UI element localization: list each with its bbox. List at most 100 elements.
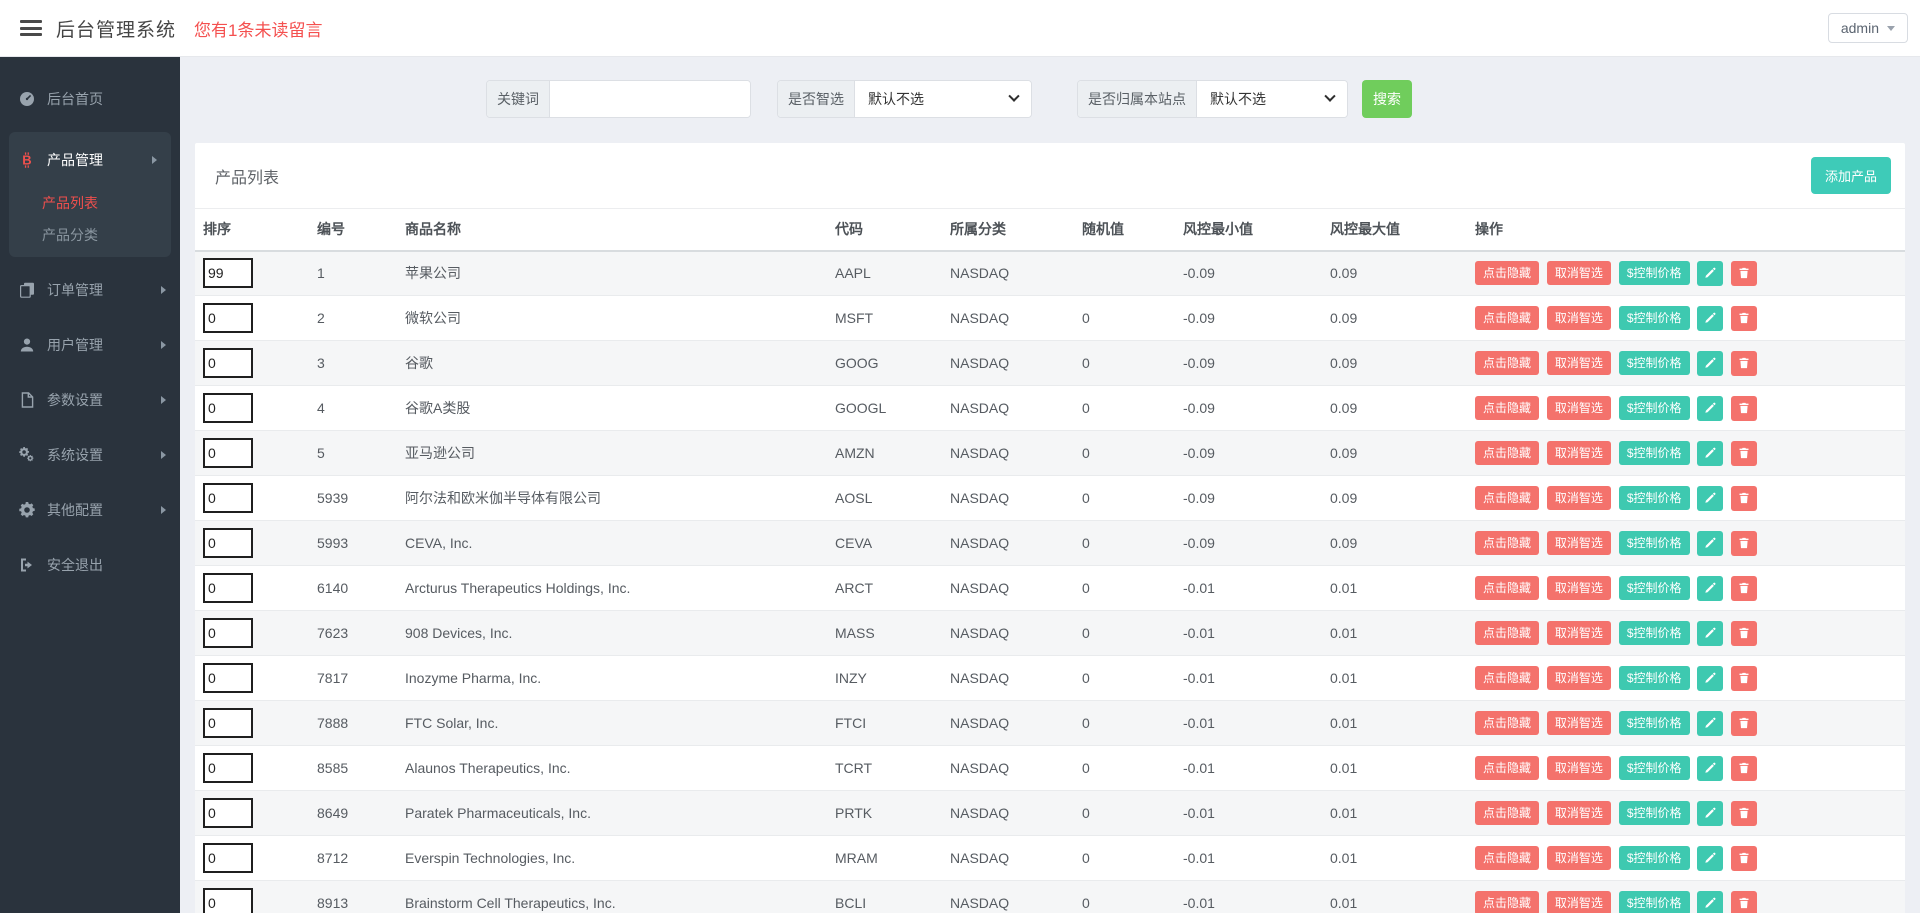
sort-input[interactable] [203,573,253,603]
control-price-button[interactable]: $控制价格 [1619,396,1690,420]
hide-button[interactable]: 点击隐藏 [1475,846,1539,870]
hide-button[interactable]: 点击隐藏 [1475,711,1539,735]
delete-button[interactable] [1731,891,1757,913]
cancel-smart-button[interactable]: 取消智选 [1547,531,1611,555]
delete-button[interactable] [1731,846,1757,871]
sort-input[interactable] [203,663,253,693]
smart-select[interactable]: 默认不选 [855,81,1031,117]
sidebar-item-parameter-settings[interactable]: 参数设置 [0,372,180,427]
delete-button[interactable] [1731,396,1757,421]
edit-button[interactable] [1697,711,1723,736]
keyword-input[interactable] [550,81,750,117]
edit-button[interactable] [1697,261,1723,286]
hide-button[interactable]: 点击隐藏 [1475,396,1539,420]
edit-button[interactable] [1697,756,1723,781]
cancel-smart-button[interactable]: 取消智选 [1547,756,1611,780]
add-product-button[interactable]: 添加产品 [1811,157,1891,194]
search-button[interactable]: 搜索 [1362,80,1412,118]
control-price-button[interactable]: $控制价格 [1619,891,1690,913]
sort-input[interactable] [203,528,253,558]
unread-message-notice[interactable]: 您有1条未读留言 [194,16,322,41]
control-price-button[interactable]: $控制价格 [1619,531,1690,555]
sidebar-item-system-settings[interactable]: 系统设置 [0,427,180,482]
hide-button[interactable]: 点击隐藏 [1475,756,1539,780]
control-price-button[interactable]: $控制价格 [1619,486,1690,510]
sort-input[interactable] [203,888,253,913]
cancel-smart-button[interactable]: 取消智选 [1547,486,1611,510]
cancel-smart-button[interactable]: 取消智选 [1547,351,1611,375]
control-price-button[interactable]: $控制价格 [1619,441,1690,465]
hide-button[interactable]: 点击隐藏 [1475,306,1539,330]
control-price-button[interactable]: $控制价格 [1619,801,1690,825]
cancel-smart-button[interactable]: 取消智选 [1547,711,1611,735]
sort-input[interactable] [203,798,253,828]
sidebar-item-user-management[interactable]: 用户管理 [0,317,180,372]
user-dropdown[interactable]: admin [1828,13,1908,43]
sort-input[interactable] [203,438,253,468]
delete-button[interactable] [1731,486,1757,511]
edit-button[interactable] [1697,666,1723,691]
edit-button[interactable] [1697,486,1723,511]
cancel-smart-button[interactable]: 取消智选 [1547,261,1611,285]
sidebar-item-logout[interactable]: 安全退出 [0,537,180,592]
sort-input[interactable] [203,843,253,873]
delete-button[interactable] [1731,306,1757,331]
control-price-button[interactable]: $控制价格 [1619,306,1690,330]
control-price-button[interactable]: $控制价格 [1619,576,1690,600]
sidebar-item-other-config[interactable]: 其他配置 [0,482,180,537]
control-price-button[interactable]: $控制价格 [1619,351,1690,375]
hide-button[interactable]: 点击隐藏 [1475,486,1539,510]
edit-button[interactable] [1697,891,1723,913]
control-price-button[interactable]: $控制价格 [1619,756,1690,780]
sidebar-item-dashboard[interactable]: 后台首页 [0,71,180,126]
delete-button[interactable] [1731,261,1757,286]
delete-button[interactable] [1731,801,1757,826]
hide-button[interactable]: 点击隐藏 [1475,621,1539,645]
edit-button[interactable] [1697,801,1723,826]
delete-button[interactable] [1731,441,1757,466]
cancel-smart-button[interactable]: 取消智选 [1547,666,1611,690]
control-price-button[interactable]: $控制价格 [1619,846,1690,870]
hide-button[interactable]: 点击隐藏 [1475,666,1539,690]
delete-button[interactable] [1731,756,1757,781]
edit-button[interactable] [1697,621,1723,646]
edit-button[interactable] [1697,396,1723,421]
cancel-smart-button[interactable]: 取消智选 [1547,396,1611,420]
sort-input[interactable] [203,348,253,378]
hide-button[interactable]: 点击隐藏 [1475,531,1539,555]
control-price-button[interactable]: $控制价格 [1619,261,1690,285]
hide-button[interactable]: 点击隐藏 [1475,441,1539,465]
sort-input[interactable] [203,708,253,738]
delete-button[interactable] [1731,351,1757,376]
edit-button[interactable] [1697,441,1723,466]
delete-button[interactable] [1731,666,1757,691]
cancel-smart-button[interactable]: 取消智选 [1547,891,1611,913]
cancel-smart-button[interactable]: 取消智选 [1547,846,1611,870]
edit-button[interactable] [1697,576,1723,601]
sidebar-item-product-list[interactable]: 产品列表 [9,187,171,219]
sidebar-item-order-management[interactable]: 订单管理 [0,262,180,317]
sort-input[interactable] [203,483,253,513]
cancel-smart-button[interactable]: 取消智选 [1547,441,1611,465]
delete-button[interactable] [1731,576,1757,601]
sort-input[interactable] [203,258,253,288]
cancel-smart-button[interactable]: 取消智选 [1547,801,1611,825]
sort-input[interactable] [203,753,253,783]
control-price-button[interactable]: $控制价格 [1619,711,1690,735]
hide-button[interactable]: 点击隐藏 [1475,801,1539,825]
edit-button[interactable] [1697,306,1723,331]
sort-input[interactable] [203,303,253,333]
site-select[interactable]: 默认不选 [1197,81,1347,117]
sort-input[interactable] [203,393,253,423]
hide-button[interactable]: 点击隐藏 [1475,891,1539,913]
cancel-smart-button[interactable]: 取消智选 [1547,306,1611,330]
hamburger-icon[interactable] [20,20,42,36]
delete-button[interactable] [1731,531,1757,556]
cancel-smart-button[interactable]: 取消智选 [1547,576,1611,600]
cancel-smart-button[interactable]: 取消智选 [1547,621,1611,645]
hide-button[interactable]: 点击隐藏 [1475,576,1539,600]
edit-button[interactable] [1697,531,1723,556]
delete-button[interactable] [1731,711,1757,736]
control-price-button[interactable]: $控制价格 [1619,666,1690,690]
sort-input[interactable] [203,618,253,648]
